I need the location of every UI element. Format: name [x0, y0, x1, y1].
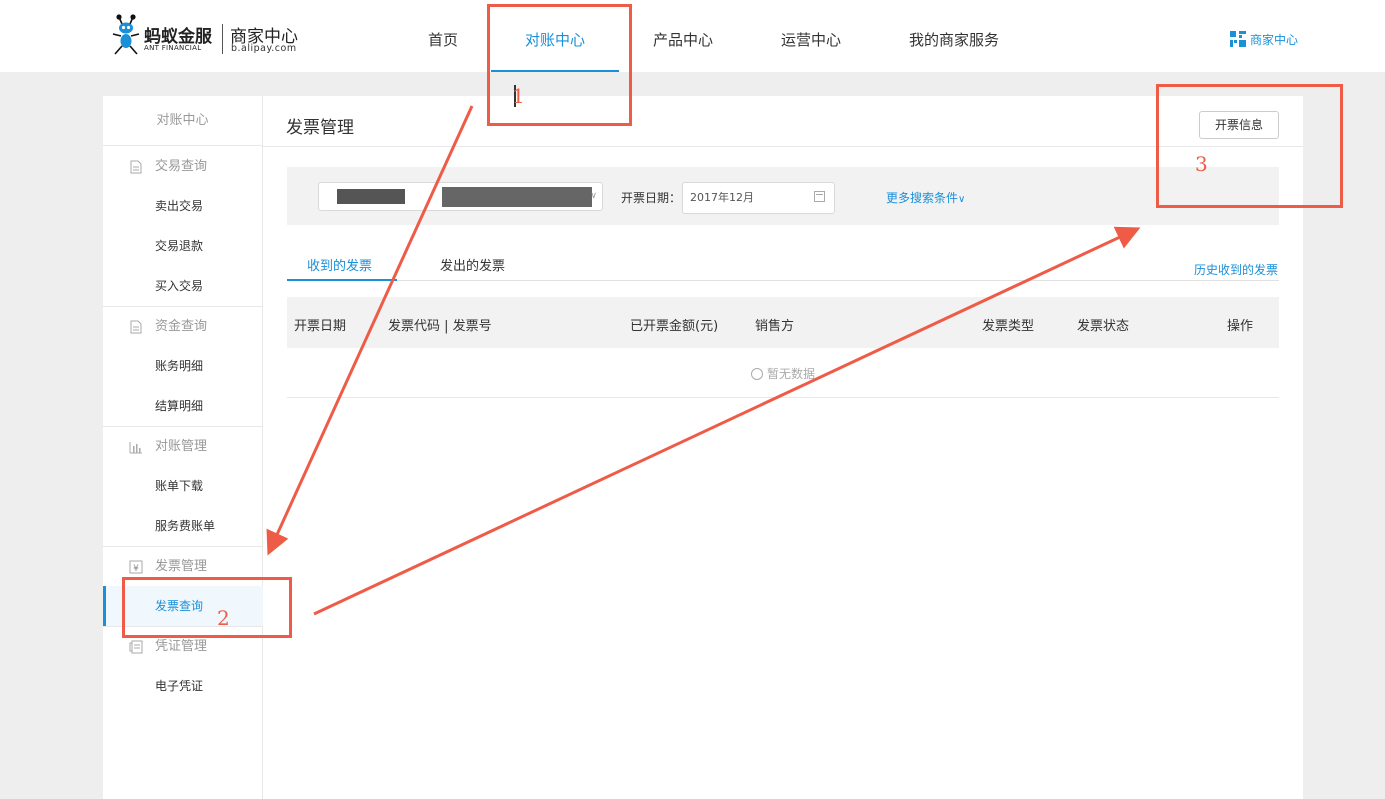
sad-face-icon — [751, 368, 763, 380]
site-url: b.alipay.com — [231, 43, 297, 54]
voucher-icon — [129, 640, 143, 654]
column-header: 开票日期 — [294, 319, 347, 334]
redacted-block — [337, 189, 405, 204]
nav-my-merchant-services[interactable]: 我的商家服务 — [896, 0, 1012, 72]
sidebar-title: 对账中心 — [103, 96, 262, 146]
date-label: 开票日期： — [621, 191, 682, 205]
brand-name-en: ANT FINANCIAL — [144, 44, 202, 52]
tab-active-indicator — [287, 279, 397, 281]
tab-received-invoices[interactable]: 收到的发票 — [307, 255, 372, 281]
history-received-invoices-link[interactable]: 历史收到的发票 — [1194, 261, 1278, 278]
sidebar-group-label: 资金查询 — [155, 319, 208, 334]
sidebar-group-label: 对账管理 — [155, 439, 208, 454]
empty-text: 暂无数据 — [767, 367, 816, 381]
annotation-label-1: 1 — [512, 84, 525, 108]
account-select[interactable]: ∨ — [318, 182, 603, 211]
nav-product-center[interactable]: 产品中心 — [640, 0, 726, 72]
column-header: 已开票金额(元) — [630, 319, 719, 334]
merchant-center-link[interactable]: 商家中心 — [1230, 31, 1298, 48]
sidebar: 对账中心 交易查询 卖出交易 交易退款 买入交易 资金查询 账务明细 结算明细 … — [103, 96, 263, 799]
annotation-box-1 — [487, 4, 632, 126]
top-header: 蚂蚁金服 ANT FINANCIAL 商家中心 b.alipay.com 首页 … — [0, 0, 1385, 72]
document-icon — [130, 160, 142, 174]
date-value: 2017年12月 — [690, 191, 754, 204]
date-picker[interactable]: 2017年12月 — [682, 182, 835, 214]
grid-icon — [1230, 31, 1246, 47]
ant-logo-icon — [112, 14, 140, 55]
chevron-down-icon: ∨ — [590, 191, 597, 201]
column-header: 发票状态 — [1077, 319, 1130, 334]
column-header: 发票代码 | 发票号 — [388, 319, 492, 334]
annotation-label-3: 3 — [1195, 152, 1208, 176]
sidebar-item-account-details[interactable]: 账务明细 — [103, 346, 263, 386]
tab-issued-invoices[interactable]: 发出的发票 — [440, 255, 505, 281]
sidebar-item-refunds[interactable]: 交易退款 — [103, 226, 263, 266]
sidebar-group-transactions[interactable]: 交易查询 — [103, 147, 263, 187]
ant-financial-logo[interactable]: 蚂蚁金服 ANT FINANCIAL 商家中心 b.alipay.com — [108, 10, 308, 62]
empty-state: 暂无数据 — [751, 365, 815, 382]
svg-text:¥: ¥ — [133, 564, 139, 574]
sidebar-item-e-voucher[interactable]: 电子凭证 — [103, 666, 263, 706]
chevron-down-icon: ∨ — [958, 194, 966, 205]
main-panel: 发票管理 开票信息 ∨ 开票日期： 2017年12月 更多搜索条件∨ 收到的发票… — [263, 96, 1303, 799]
sidebar-item-service-fee-bill[interactable]: 服务费账单 — [103, 506, 263, 546]
annotation-label-2: 2 — [217, 606, 230, 630]
more-search-label: 更多搜索条件 — [886, 191, 959, 205]
column-header: 发票类型 — [982, 319, 1035, 334]
column-header: 操作 — [1227, 319, 1254, 334]
search-bar: ∨ 开票日期： 2017年12月 更多搜索条件∨ — [287, 167, 1279, 225]
more-search-link[interactable]: 更多搜索条件∨ — [886, 189, 965, 206]
page-title: 发票管理 — [286, 118, 354, 138]
bar-chart-icon — [129, 442, 142, 454]
yen-icon: ¥ — [129, 560, 143, 574]
table-empty-row: 暂无数据 — [287, 348, 1279, 398]
logo-divider — [222, 24, 223, 54]
tab-bar — [287, 280, 1279, 281]
table-header: 开票日期 发票代码 | 发票号 已开票金额(元) 销售方 发票类型 发票状态 操… — [287, 297, 1279, 348]
sidebar-item-settlement-details[interactable]: 结算明细 — [103, 386, 263, 426]
sidebar-group-reconciliation[interactable]: 对账管理 — [103, 427, 263, 467]
sidebar-item-sales[interactable]: 卖出交易 — [103, 186, 263, 226]
sidebar-item-purchases[interactable]: 买入交易 — [103, 266, 263, 306]
column-header: 销售方 — [755, 319, 795, 334]
sidebar-item-bill-download[interactable]: 账单下载 — [103, 466, 263, 506]
calendar-icon — [814, 191, 825, 202]
annotation-box-2 — [122, 577, 292, 638]
sidebar-group-funds[interactable]: 资金查询 — [103, 307, 263, 347]
annotation-box-3 — [1156, 84, 1343, 208]
redacted-block — [442, 187, 592, 207]
nav-home[interactable]: 首页 — [400, 0, 486, 72]
document-icon — [130, 320, 142, 334]
sidebar-group-label: 交易查询 — [155, 159, 208, 174]
nav-operations-center[interactable]: 运营中心 — [768, 0, 854, 72]
merchant-center-label: 商家中心 — [1250, 33, 1299, 47]
title-divider — [263, 146, 1303, 147]
